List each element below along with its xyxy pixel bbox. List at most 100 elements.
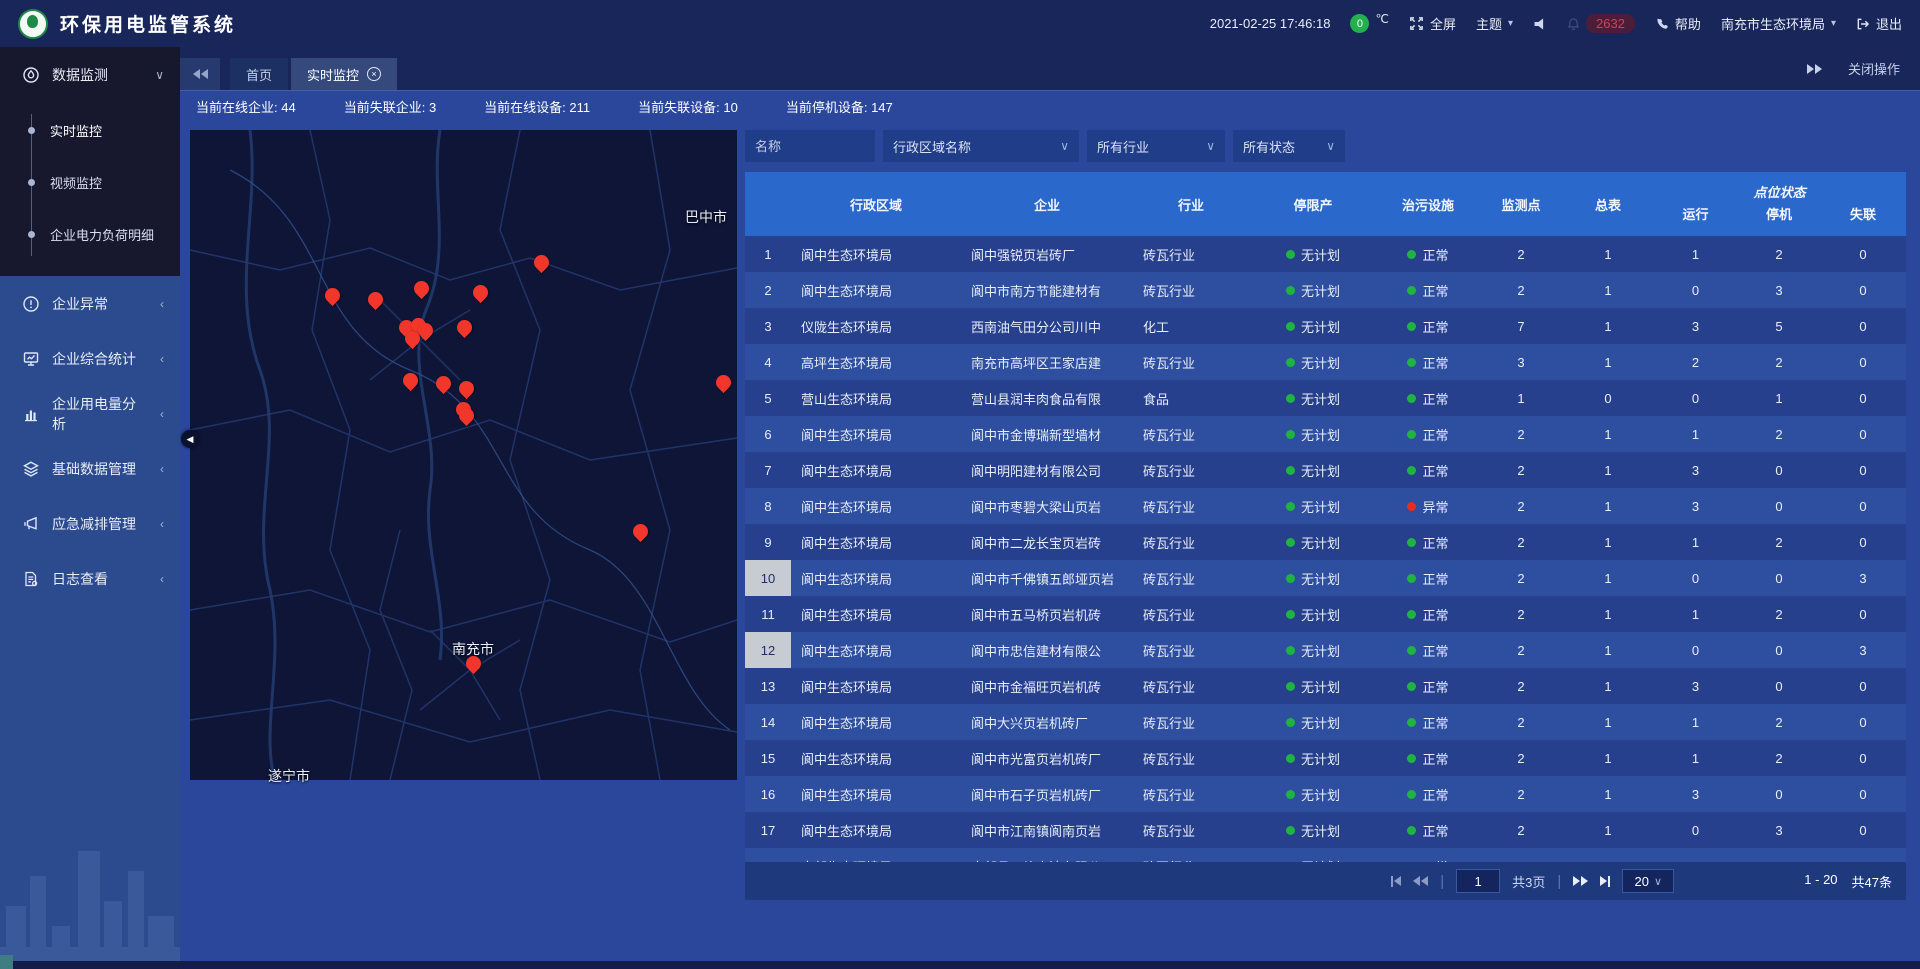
sidebar-item-0[interactable]: 数据监测∨: [0, 47, 180, 102]
sidebar-item-4[interactable]: 基础数据管理‹: [0, 441, 180, 496]
region-select[interactable]: 行政区域名称 ∨: [883, 130, 1079, 162]
table-row[interactable]: 15阆中生态环境局阆中市光富页岩机砖厂砖瓦行业无计划正常21120: [745, 740, 1906, 776]
cell-stopped: 3: [1738, 812, 1820, 848]
sidebar-item-3[interactable]: 企业用电量分析‹: [0, 386, 180, 441]
close-tab-icon[interactable]: ×: [367, 67, 381, 81]
theme-dropdown[interactable]: 主题 ▾: [1476, 14, 1513, 33]
table-row[interactable]: 11阆中生态环境局阆中市五马桥页岩机砖砖瓦行业无计划正常21120: [745, 596, 1906, 632]
col-header[interactable]: 监测点: [1479, 172, 1563, 236]
cell-industry: 砖瓦行业: [1133, 812, 1249, 848]
table-row[interactable]: 2阆中生态环境局阆中市南方节能建材有砖瓦行业无计划正常21030: [745, 272, 1906, 308]
col-header[interactable]: 企业: [961, 172, 1133, 236]
table-row[interactable]: 6阆中生态环境局阆中市金博瑞新型墙材砖瓦行业无计划正常21120: [745, 416, 1906, 452]
row-index: 1: [745, 236, 791, 272]
cell-monitor-points: 2: [1479, 812, 1563, 848]
cell-pollution-facility: 正常: [1377, 776, 1479, 812]
sidebar-section: 应急减排管理‹: [0, 496, 180, 551]
next-page-button[interactable]: [1573, 876, 1588, 886]
sidebar-item-1[interactable]: 企业异常‹: [0, 276, 180, 331]
table-row[interactable]: 12阆中生态环境局阆中市忠信建材有限公砖瓦行业无计划正常21003: [745, 632, 1906, 668]
table-row[interactable]: 4高坪生态环境局南充市高坪区王家店建砖瓦行业无计划正常31220: [745, 344, 1906, 380]
chevron-left-icon: ‹: [160, 407, 164, 421]
table-row[interactable]: 5营山生态环境局营山县润丰肉食品有限食品无计划正常10010: [745, 380, 1906, 416]
col-subheader[interactable]: 运行: [1653, 204, 1738, 236]
sidebar-item-2[interactable]: 企业综合统计‹: [0, 331, 180, 386]
org-dropdown[interactable]: 南充市生态环境局 ▾: [1721, 14, 1836, 33]
cell-company: 阆中市枣碧大梁山页岩: [961, 488, 1133, 524]
notifications-button[interactable]: 2632: [1567, 14, 1635, 33]
cell-region: 高坪生态环境局: [791, 344, 961, 380]
table-row[interactable]: 10阆中生态环境局阆中市千佛镇五郎垭页岩砖瓦行业无计划正常21003: [745, 560, 1906, 596]
status-dot-icon: [1286, 286, 1295, 295]
col-subheader[interactable]: 停机: [1738, 204, 1820, 236]
map-panel[interactable]: 巴中市南充市遂宁市 ◀: [190, 130, 737, 780]
sidebar-subitem[interactable]: 实时监控: [0, 104, 180, 156]
cell-offline: 3: [1820, 632, 1906, 668]
cell-production-limit: 无计划: [1249, 776, 1377, 812]
col-header[interactable]: 行业: [1133, 172, 1249, 236]
cell-stopped: 0: [1738, 776, 1820, 812]
sidebar-submenu: 实时监控视频监控企业电力负荷明细: [0, 102, 180, 276]
cell-region: 阆中生态环境局: [791, 740, 961, 776]
map-collapse-button[interactable]: ◀: [181, 430, 199, 448]
table-row[interactable]: 3仪陇生态环境局西南油气田分公司川中化工无计划正常71350: [745, 308, 1906, 344]
cell-pollution-facility: 正常: [1377, 416, 1479, 452]
cell-industry: 食品: [1133, 380, 1249, 416]
fullscreen-button[interactable]: 全屏: [1409, 14, 1456, 33]
sidebar-item-label: 企业异常: [52, 294, 108, 314]
sidebar-subitem[interactable]: 企业电力负荷明细: [0, 208, 180, 260]
status-select[interactable]: 所有状态 ∨: [1233, 130, 1345, 162]
sound-button[interactable]: [1533, 17, 1547, 31]
tab-实时监控[interactable]: 实时监控×: [291, 58, 397, 90]
col-header[interactable]: 总表: [1563, 172, 1653, 236]
cell-stopped: 2: [1738, 596, 1820, 632]
tabs-scroll-left-button[interactable]: [180, 58, 220, 90]
table-row[interactable]: 9阆中生态环境局阆中市二龙长宝页岩砖砖瓦行业无计划正常21120: [745, 524, 1906, 560]
cell-industry: 砖瓦行业: [1133, 704, 1249, 740]
table-row[interactable]: 18南部生态环境局南部县双峰土洼有限公砖瓦行业无计划正常21060: [745, 848, 1906, 862]
status-text: 无计划: [1301, 605, 1340, 624]
row-index: 17: [745, 812, 791, 848]
status-dot-icon: [1407, 322, 1416, 331]
table-row[interactable]: 1阆中生态环境局阆中强锐页岩砖厂砖瓦行业无计划正常21120: [745, 236, 1906, 272]
help-button[interactable]: 帮助: [1655, 14, 1701, 33]
table-row[interactable]: 7阆中生态环境局阆中明阳建材有限公司砖瓦行业无计划正常21300: [745, 452, 1906, 488]
last-page-button[interactable]: [1600, 876, 1610, 887]
name-search-input[interactable]: [745, 130, 875, 162]
cell-stopped: 2: [1738, 344, 1820, 380]
cell-pollution-facility: 正常: [1377, 344, 1479, 380]
cell-offline: 0: [1820, 596, 1906, 632]
industry-select[interactable]: 所有行业 ∨: [1087, 130, 1225, 162]
table-row[interactable]: 16阆中生态环境局阆中市石子页岩机砖厂砖瓦行业无计划正常21300: [745, 776, 1906, 812]
row-index: 4: [745, 344, 791, 380]
col-subheader[interactable]: 失联: [1820, 204, 1906, 236]
first-page-button[interactable]: [1391, 876, 1401, 887]
megaphone-icon: [22, 515, 40, 533]
table-row[interactable]: 17阆中生态环境局阆中市江南镇阆南页岩砖瓦行业无计划正常21030: [745, 812, 1906, 848]
cell-production-limit: 无计划: [1249, 416, 1377, 452]
table-row[interactable]: 14阆中生态环境局阆中大兴页岩机砖厂砖瓦行业无计划正常21120: [745, 704, 1906, 740]
cell-production-limit: 无计划: [1249, 560, 1377, 596]
previous-page-button[interactable]: [1413, 876, 1428, 886]
close-operations-button[interactable]: 关闭操作: [1848, 59, 1900, 78]
page-number-input[interactable]: [1456, 869, 1500, 893]
col-header[interactable]: 治污设施: [1377, 172, 1479, 236]
tabs-scroll-right-button[interactable]: [1807, 64, 1822, 74]
sidebar-item-6[interactable]: 日志查看‹: [0, 551, 180, 606]
logout-button[interactable]: 退出: [1856, 14, 1902, 33]
sidebar-item-5[interactable]: 应急减排管理‹: [0, 496, 180, 551]
table-row[interactable]: 8阆中生态环境局阆中市枣碧大梁山页岩砖瓦行业无计划异常21300: [745, 488, 1906, 524]
cell-monitor-points: 2: [1479, 632, 1563, 668]
row-index: 7: [745, 452, 791, 488]
page-size-select[interactable]: 20 ∨: [1622, 869, 1674, 893]
col-header[interactable]: 停限产: [1249, 172, 1377, 236]
bell-icon: [1567, 17, 1580, 31]
sidebar-subitem[interactable]: 视频监控: [0, 156, 180, 208]
table-row[interactable]: 13阆中生态环境局阆中市金福旺页岩机砖砖瓦行业无计划正常21300: [745, 668, 1906, 704]
tab-首页[interactable]: 首页: [230, 58, 288, 90]
col-header[interactable]: 行政区域: [791, 172, 961, 236]
cell-company: 阆中市南方节能建材有: [961, 272, 1133, 308]
status-text: 无计划: [1301, 497, 1340, 516]
cell-stopped: 2: [1738, 416, 1820, 452]
cell-monitor-points: 7: [1479, 308, 1563, 344]
